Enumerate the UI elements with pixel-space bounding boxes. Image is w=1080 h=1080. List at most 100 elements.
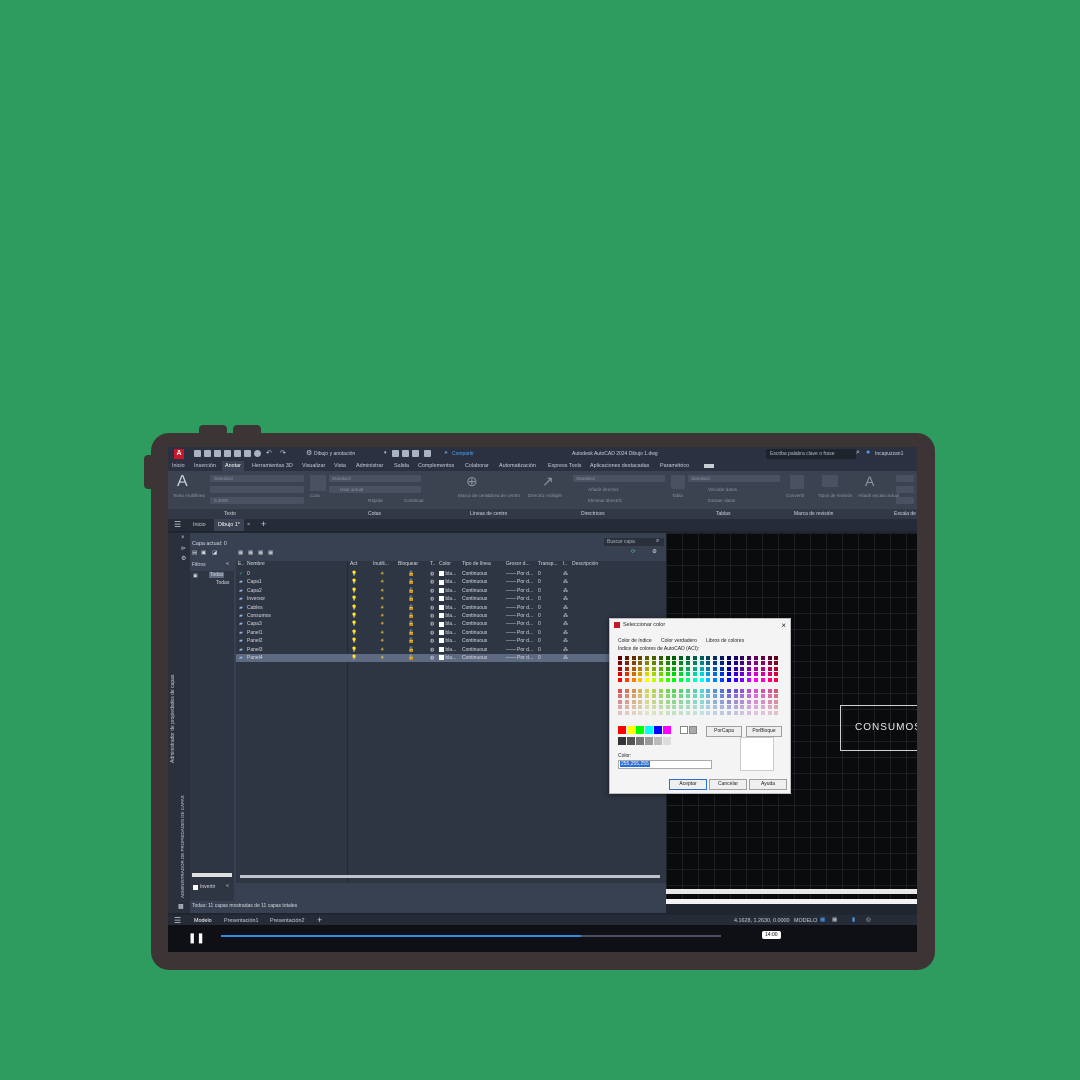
palette-color[interactable] [665, 656, 670, 661]
layer-name[interactable]: Panel4 [247, 655, 263, 661]
palette-color[interactable] [645, 672, 650, 677]
palette-color[interactable] [658, 672, 663, 677]
tab-presentacion1[interactable]: Presentación1 [224, 918, 258, 924]
set-current-icon[interactable]: ▦ [268, 550, 273, 556]
palette-color[interactable] [720, 656, 725, 661]
palette-color[interactable] [652, 710, 657, 715]
unlock-icon[interactable]: 🔓 [408, 605, 414, 611]
palette-color[interactable] [706, 677, 711, 682]
palette-color[interactable] [624, 710, 629, 715]
layer-lineweight[interactable]: Por d... [517, 588, 533, 594]
layer-name[interactable]: Inversor [247, 596, 265, 602]
new-vp-freeze-icon[interactable]: ⁂ [563, 605, 568, 611]
table-row[interactable]: ✓ 0 💡 ☀ 🔓 ◍ bla... Continuous —— Por d... 0 ⁂ [236, 570, 666, 578]
lightbulb-icon[interactable]: 💡 [351, 621, 357, 627]
table-row[interactable]: ▰ Panel4 💡 ☀ 🔓 ◍ bla... Continuous —— Por d... 0 ⁂ [236, 654, 666, 663]
palette-color[interactable] [733, 661, 738, 666]
sun-icon[interactable]: ☀ [380, 638, 384, 644]
link-data-button[interactable]: Vincular datos [708, 487, 737, 492]
tab-automatizacion[interactable]: Automatización [499, 463, 536, 469]
col-on[interactable]: Act [350, 561, 357, 569]
ribbon-toggle-icon[interactable] [704, 464, 714, 468]
sun-icon[interactable]: ☀ [380, 605, 384, 611]
palette-color[interactable] [754, 710, 759, 715]
multiline-text-icon[interactable]: A [177, 473, 188, 491]
standard-colors[interactable] [618, 726, 697, 746]
palette-color[interactable] [686, 689, 691, 694]
palette-color[interactable] [692, 656, 697, 661]
print-icon[interactable] [234, 450, 241, 457]
unlock-icon[interactable]: 🔓 [408, 588, 414, 594]
palette-color[interactable] [618, 705, 623, 710]
layer-transparency[interactable]: 0 [538, 571, 541, 577]
palette-color[interactable] [672, 656, 677, 661]
lightbulb-icon[interactable]: 💡 [351, 588, 357, 594]
sun-icon[interactable]: ☀ [380, 588, 384, 594]
palette-color[interactable] [699, 694, 704, 699]
new-group-filter-icon[interactable]: ▣ [201, 550, 206, 556]
palette-color[interactable] [645, 661, 650, 666]
tab-presentacion2[interactable]: Presentación2 [270, 918, 304, 924]
palette-color[interactable] [699, 656, 704, 661]
palette-color[interactable] [726, 666, 731, 671]
autocad-logo-icon[interactable]: A [174, 449, 184, 459]
new-vp-freeze-icon[interactable]: ⁂ [563, 613, 568, 619]
palette-color[interactable] [658, 656, 663, 661]
palette-color[interactable] [638, 689, 643, 694]
palette-color[interactable] [692, 666, 697, 671]
lightbulb-icon[interactable]: 💡 [351, 605, 357, 611]
palette-color[interactable] [713, 672, 718, 677]
palette-color[interactable] [672, 710, 677, 715]
grid-toggle-icon[interactable]: ▦ [820, 917, 825, 923]
palette-color[interactable] [692, 705, 697, 710]
palette-color[interactable] [645, 705, 650, 710]
col-color[interactable]: Color [439, 561, 451, 569]
palette-color[interactable] [658, 710, 663, 715]
undo-icon[interactable]: ↶ [266, 449, 272, 457]
filter-all-item[interactable]: Todas [209, 572, 225, 578]
palette-color[interactable] [692, 677, 697, 682]
palette-color[interactable] [747, 689, 752, 694]
layer-icon[interactable] [392, 450, 399, 457]
palette-color[interactable] [638, 666, 643, 671]
layer-color[interactable]: bla... [439, 579, 456, 585]
layer-transparency[interactable]: 0 [538, 630, 541, 636]
remove-leader-button[interactable]: Eliminar directriz [588, 498, 622, 503]
palette-color[interactable] [652, 705, 657, 710]
palette-color[interactable] [679, 694, 684, 699]
palette-color[interactable] [767, 699, 772, 704]
palette-color[interactable] [665, 666, 670, 671]
layer-transparency[interactable]: 0 [538, 596, 541, 602]
palette-color[interactable] [740, 699, 745, 704]
dialog-close-icon[interactable]: × [781, 621, 786, 630]
palette-color[interactable] [665, 689, 670, 694]
palette-color[interactable] [754, 677, 759, 682]
palette-color[interactable] [618, 699, 623, 704]
sun-icon[interactable]: ☀ [380, 613, 384, 619]
palette-color[interactable] [686, 666, 691, 671]
polar-toggle-icon[interactable]: ◎ [866, 917, 871, 923]
palette-color[interactable] [638, 672, 643, 677]
palette-color[interactable] [733, 694, 738, 699]
palette-color[interactable] [720, 710, 725, 715]
palette-color[interactable] [631, 666, 636, 671]
table-row[interactable]: ▰ Panel2 💡 ☀ 🔓 ◍ bla... Continuous —— Por d... 0 ⁂ [236, 637, 666, 645]
palette-color[interactable] [679, 666, 684, 671]
palette-color[interactable] [706, 689, 711, 694]
palette-color[interactable] [740, 694, 745, 699]
palette-color[interactable] [618, 661, 623, 666]
unlock-icon[interactable]: 🔓 [408, 579, 414, 585]
plot-icon[interactable]: ◍ [430, 647, 434, 653]
layer-name[interactable]: Capa2 [247, 588, 262, 594]
layer-status-icon[interactable]: ▰ [239, 638, 243, 644]
palette-color[interactable] [645, 677, 650, 682]
palette-color[interactable] [747, 705, 752, 710]
palette-color[interactable] [618, 672, 623, 677]
palette-color[interactable] [679, 705, 684, 710]
sun-icon[interactable]: ☀ [380, 655, 384, 661]
tab-color-books[interactable]: Libros de colores [706, 638, 744, 644]
table-row[interactable]: ▰ Capa2 💡 ☀ 🔓 ◍ bla... Continuous —— Por d... 0 ⁂ [236, 587, 666, 595]
palette-color[interactable] [760, 689, 765, 694]
palette-color[interactable] [631, 699, 636, 704]
lightbulb-icon[interactable]: 💡 [351, 638, 357, 644]
